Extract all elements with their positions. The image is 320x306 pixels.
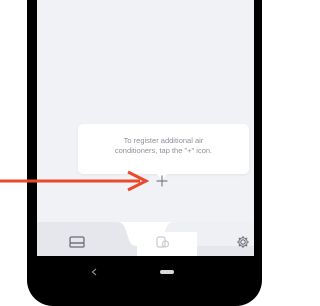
air-conditioner-icon	[69, 236, 85, 248]
register-tooltip: To register additional air conditioners,…	[78, 124, 249, 174]
screenshot-frame: To register additional air conditioners,…	[0, 0, 289, 306]
back-chevron-icon[interactable]	[91, 268, 97, 276]
home-pill-icon[interactable]	[160, 270, 174, 274]
tooltip-line-1: To register additional air	[123, 136, 204, 145]
tab-air-conditioners[interactable]	[65, 230, 89, 254]
gear-icon	[236, 235, 250, 249]
tab-settings[interactable]	[231, 230, 254, 254]
system-nav-bar	[37, 256, 254, 286]
tab-remote[interactable]	[151, 230, 175, 254]
tooltip-text: To register additional air conditioners,…	[78, 136, 249, 156]
remote-control-icon	[156, 236, 170, 248]
annotation-arrow	[0, 170, 150, 192]
tooltip-line-2: conditioners, tap the "+" icon.	[114, 146, 213, 155]
